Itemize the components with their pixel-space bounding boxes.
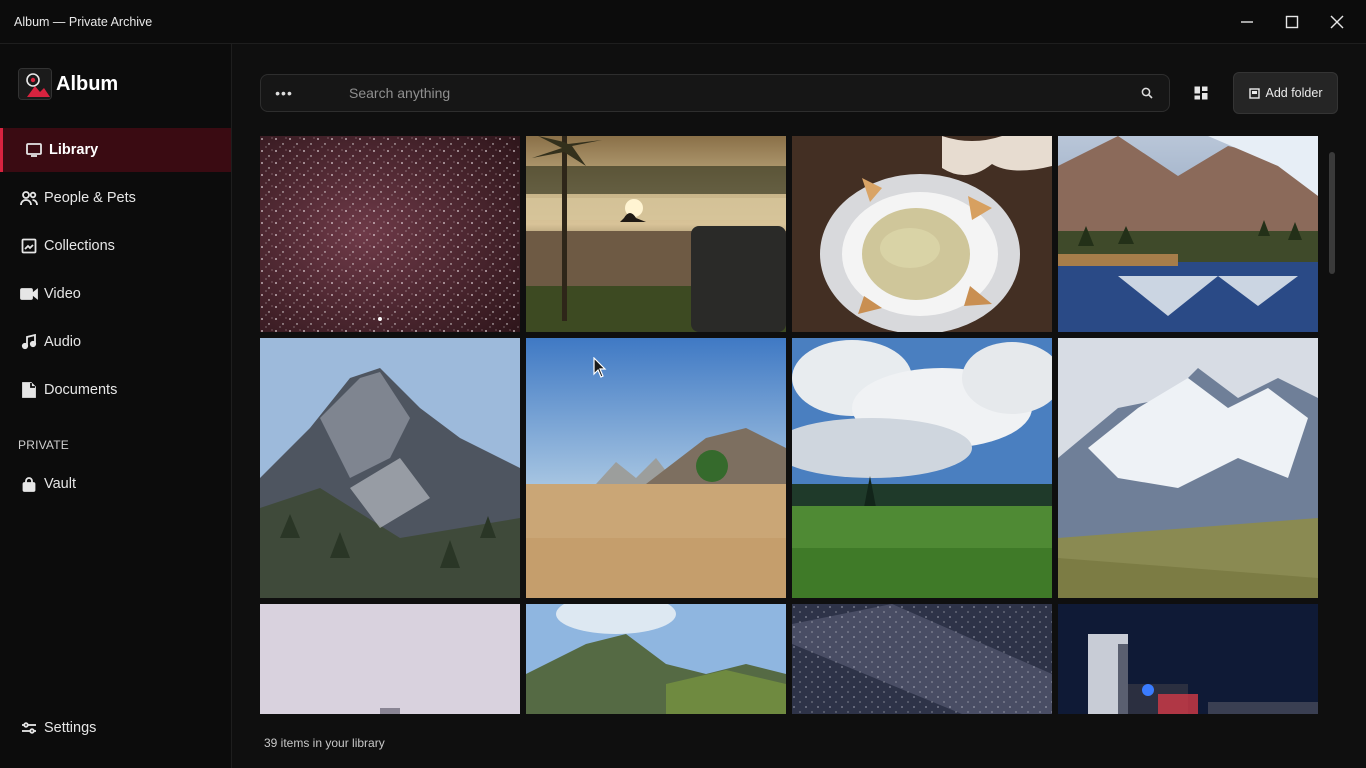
photo-grid: [260, 136, 1324, 714]
grid-view-toggle[interactable]: [1190, 82, 1212, 104]
window-title: Album — Private Archive: [14, 15, 153, 29]
search-button[interactable]: [1137, 83, 1157, 103]
monitor-icon: [25, 141, 43, 159]
gallery-scrollbar[interactable]: [1328, 140, 1336, 714]
sidebar-item-collections[interactable]: Collections: [0, 224, 231, 268]
brand: Album: [18, 68, 118, 100]
maximize-button[interactable]: [1269, 0, 1315, 44]
search-input[interactable]: [349, 83, 1109, 103]
more-options-button[interactable]: •••: [271, 81, 297, 105]
library-item-count: 39 items in your library: [264, 736, 385, 750]
sidebar-item-video[interactable]: Video: [0, 272, 231, 316]
sidebar-item-label: Library: [49, 142, 99, 158]
mouse-cursor-icon: [593, 356, 607, 379]
search-bar: •••: [260, 74, 1170, 112]
sidebar-item-settings[interactable]: Settings: [0, 706, 231, 750]
settings-sliders-icon: [20, 719, 38, 737]
photo-tile[interactable]: [526, 604, 786, 714]
sidebar-item-label: Collections: [44, 238, 115, 254]
brand-name: Album: [56, 72, 119, 95]
photo-tile[interactable]: [792, 604, 1052, 714]
ellipsis-icon: •••: [275, 85, 293, 101]
sidebar-item-label: Vault: [44, 476, 76, 492]
add-folder-label: Add folder: [1265, 86, 1323, 100]
scrollbar-thumb[interactable]: [1329, 152, 1335, 274]
minimize-button[interactable]: [1224, 0, 1270, 44]
photo-tile[interactable]: [526, 136, 786, 332]
sidebar-item-documents[interactable]: Documents: [0, 368, 231, 412]
photo-tile[interactable]: [526, 338, 786, 598]
close-button[interactable]: [1314, 0, 1360, 44]
search-icon: [1141, 87, 1153, 99]
sidebar-item-vault[interactable]: Vault: [0, 462, 231, 506]
title-bar: Album — Private Archive: [0, 0, 1366, 44]
photo-tile[interactable]: [792, 338, 1052, 598]
collection-icon: [20, 237, 38, 255]
sidebar-item-people-pets[interactable]: People & Pets: [0, 176, 231, 220]
sidebar-item-label: Documents: [44, 382, 118, 398]
sidebar-item-label: Video: [44, 286, 81, 302]
photo-tile[interactable]: [260, 136, 520, 332]
main-content: ••• Add folder: [232, 44, 1366, 768]
photo-tile[interactable]: [1058, 338, 1318, 598]
sidebar: Album Library People & Pets Collections …: [0, 44, 232, 768]
minimize-icon: [1241, 21, 1253, 23]
video-camera-icon: [20, 285, 38, 303]
photo-tile[interactable]: [792, 136, 1052, 332]
photo-tile[interactable]: [1058, 136, 1318, 332]
private-section-label: PRIVATE: [18, 438, 69, 452]
folder-add-icon: [1248, 87, 1260, 99]
document-icon: [20, 381, 38, 399]
photo-tile[interactable]: [260, 604, 520, 714]
photo-tile[interactable]: [1058, 604, 1318, 714]
maximize-icon: [1285, 15, 1299, 29]
people-icon: [20, 189, 38, 207]
close-icon: [1330, 15, 1344, 29]
photo-tile[interactable]: [260, 338, 520, 598]
sidebar-item-library[interactable]: Library: [0, 128, 231, 172]
lock-icon: [20, 475, 38, 493]
sidebar-item-label: People & Pets: [44, 190, 136, 206]
music-note-icon: [20, 333, 38, 351]
grid-view-icon: [1194, 86, 1208, 100]
sidebar-item-label: Audio: [44, 334, 82, 350]
add-folder-button[interactable]: Add folder: [1233, 72, 1338, 114]
sidebar-item-audio[interactable]: Audio: [0, 320, 231, 364]
album-logo-icon: [18, 68, 52, 100]
sidebar-item-label: Settings: [44, 720, 97, 736]
